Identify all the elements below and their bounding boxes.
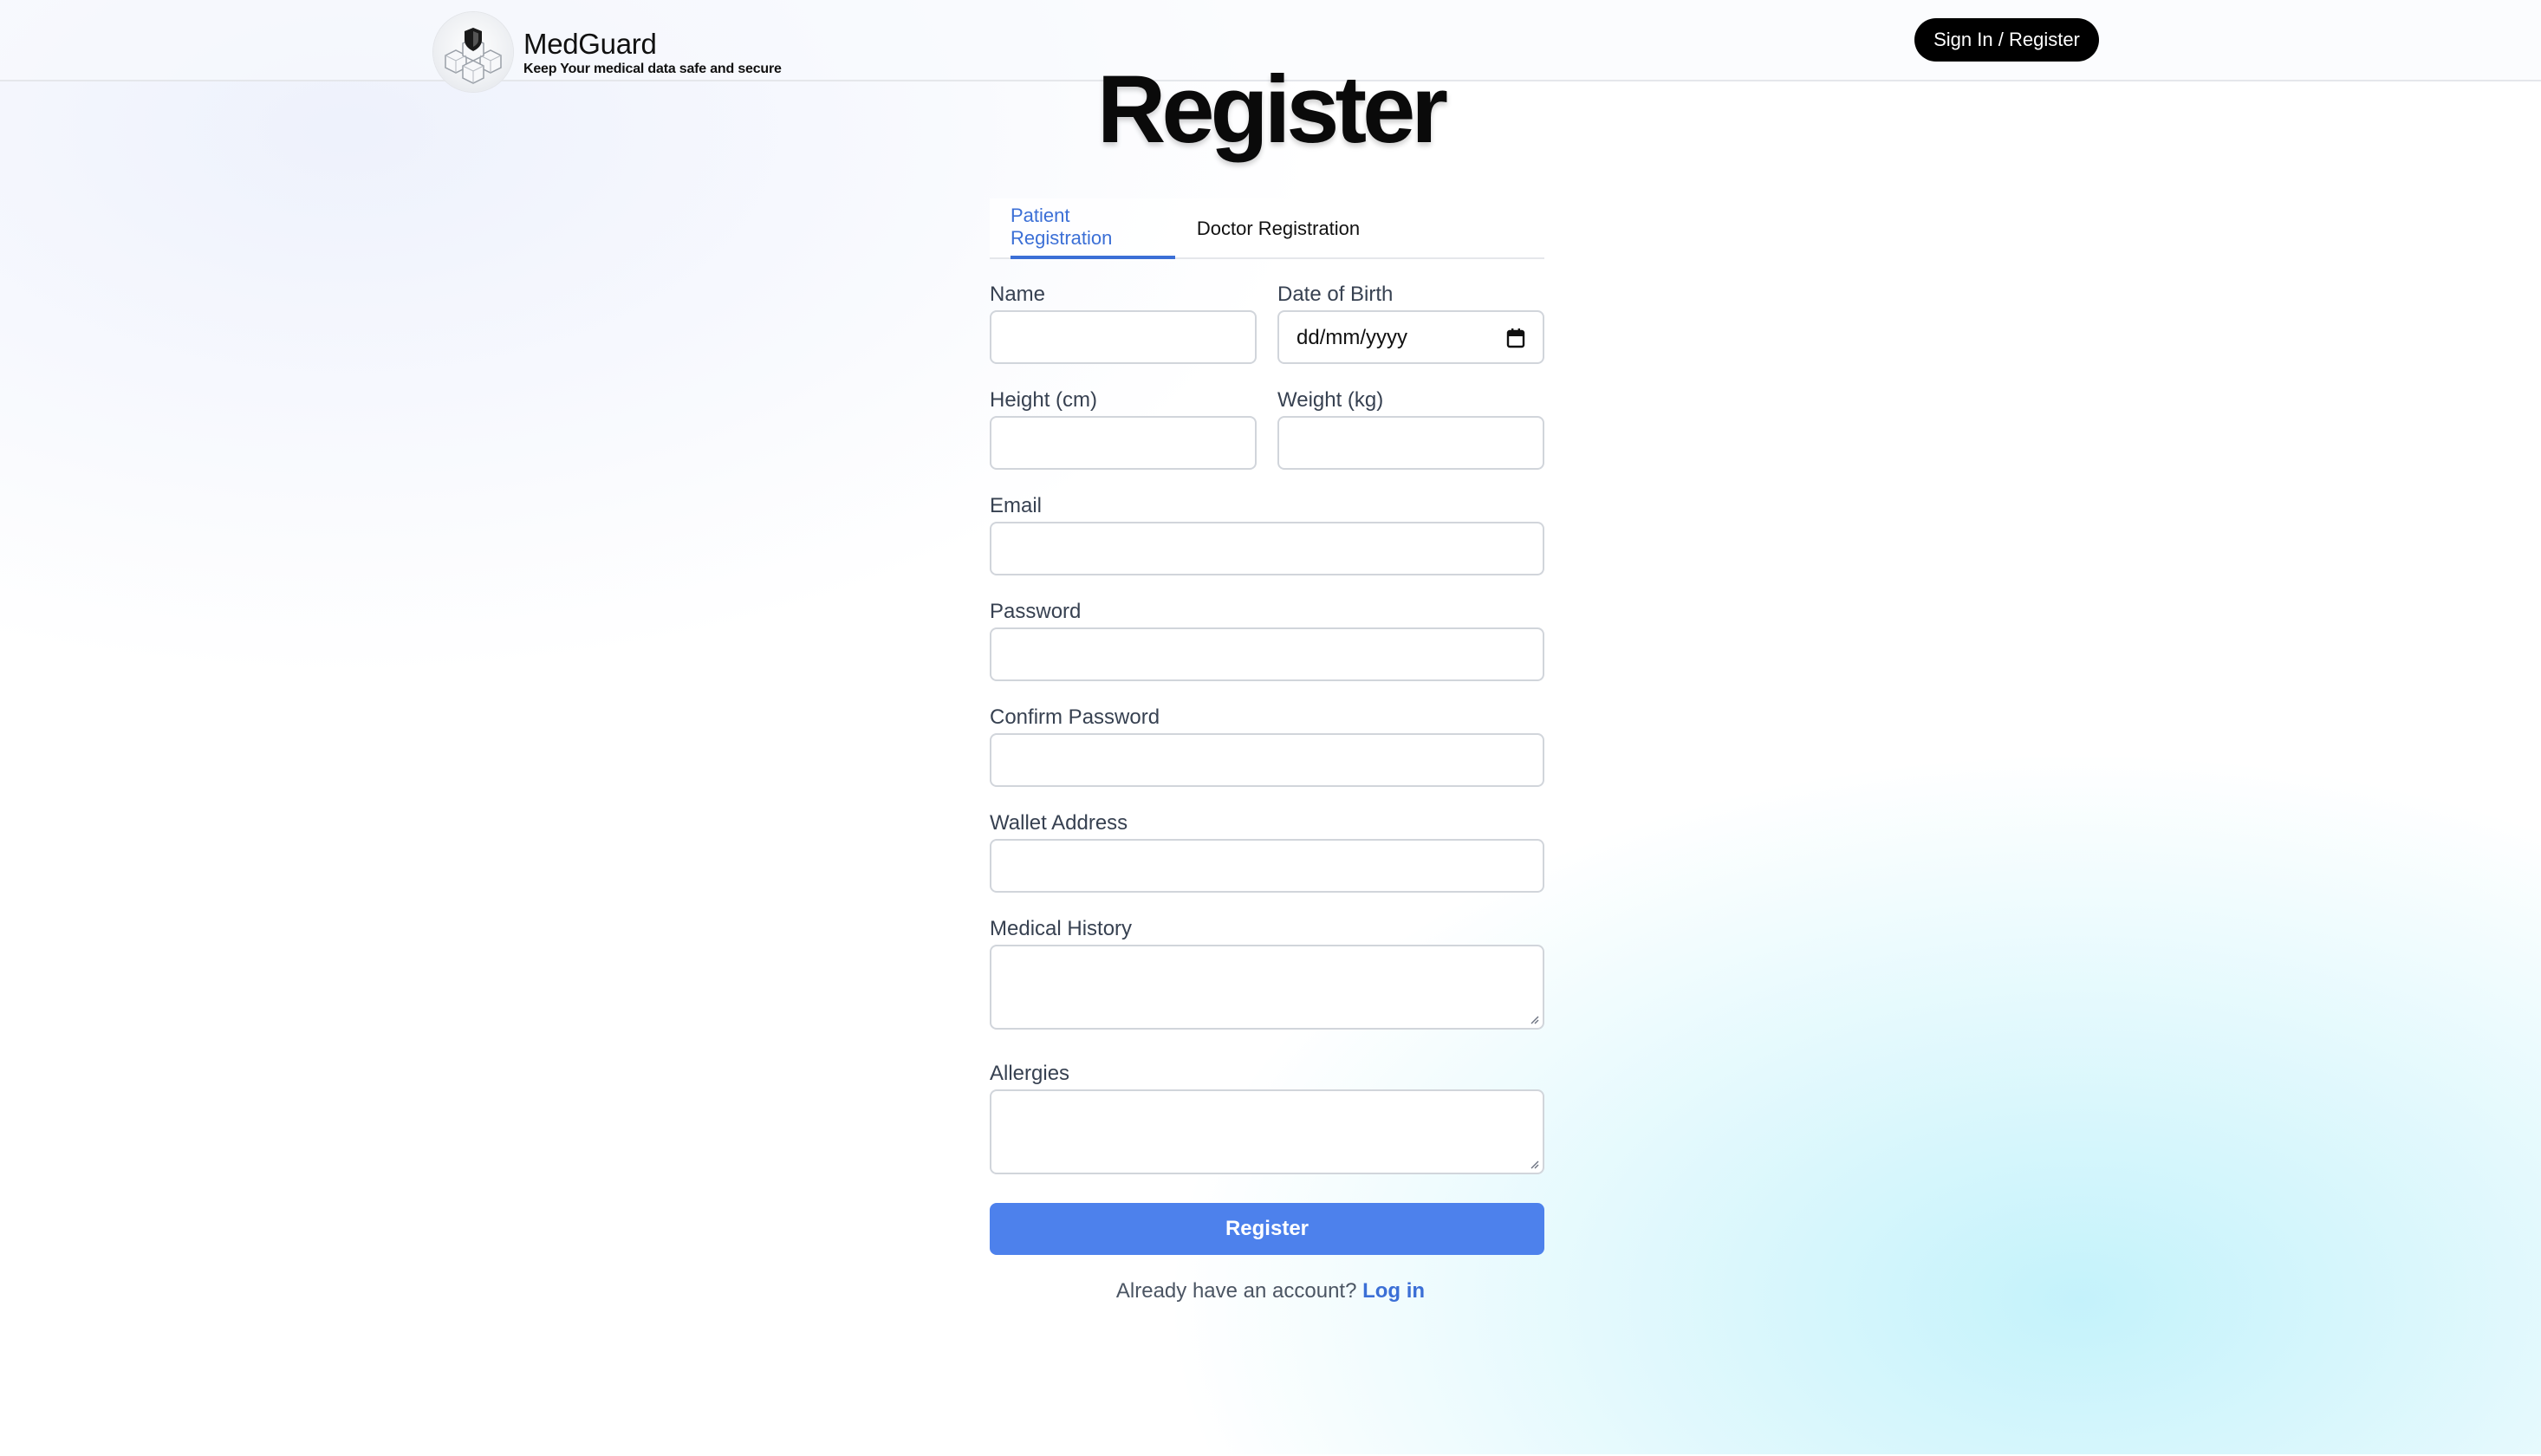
- password-label: Password: [990, 600, 1082, 623]
- password-input[interactable]: [990, 627, 1544, 681]
- date-of-birth-label: Date of Birth: [1277, 283, 1394, 306]
- date-of-birth-placeholder: dd/mm/yyyy: [1296, 326, 1408, 349]
- brand-name: MedGuard: [523, 28, 657, 60]
- medical-history-label: Medical History: [990, 917, 1133, 940]
- calendar-icon[interactable]: [1506, 328, 1525, 348]
- wallet-address-input[interactable]: [990, 839, 1544, 893]
- resize-grip-icon[interactable]: [1529, 1159, 1539, 1169]
- wallet-address-label: Wallet Address: [990, 811, 1128, 835]
- tab-doctor-registration[interactable]: Doctor Registration: [1196, 198, 1361, 259]
- login-prompt: Already have an account? Log in: [0, 1279, 2541, 1303]
- weight-label: Weight (kg): [1277, 388, 1384, 412]
- confirm-password-input[interactable]: [990, 733, 1544, 787]
- tab-patient-registration[interactable]: Patient Registration: [1011, 198, 1175, 259]
- log-in-link[interactable]: Log in: [1362, 1279, 1425, 1303]
- login-prompt-text: Already have an account?: [1115, 1279, 1357, 1303]
- sign-in-register-button[interactable]: Sign In / Register: [1914, 18, 2099, 62]
- name-label: Name: [990, 283, 1046, 306]
- height-input[interactable]: [990, 416, 1257, 470]
- name-input[interactable]: [990, 310, 1257, 364]
- page-title: Register: [1096, 56, 1448, 163]
- email-input[interactable]: [990, 522, 1544, 575]
- confirm-password-label: Confirm Password: [990, 705, 1160, 729]
- register-submit-button[interactable]: Register: [990, 1203, 1544, 1255]
- resize-grip-icon[interactable]: [1529, 1014, 1539, 1024]
- medical-history-textarea[interactable]: [990, 945, 1544, 1030]
- allergies-textarea[interactable]: [990, 1089, 1544, 1174]
- weight-input[interactable]: [1277, 416, 1544, 470]
- date-of-birth-input[interactable]: dd/mm/yyyy: [1277, 310, 1544, 364]
- height-label: Height (cm): [990, 388, 1098, 412]
- allergies-label: Allergies: [990, 1062, 1070, 1085]
- registration-tabs: Patient Registration Doctor Registration: [990, 198, 1544, 259]
- email-label: Email: [990, 494, 1043, 517]
